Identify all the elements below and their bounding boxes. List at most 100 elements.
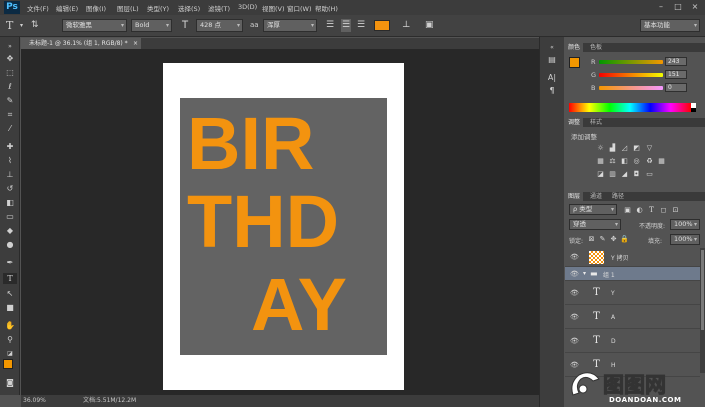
path-select-tool-icon[interactable]: ↖ — [3, 288, 17, 299]
lock-pixels-icon[interactable]: ⊠ — [587, 235, 596, 243]
menu-select[interactable]: 选择(S) — [178, 3, 200, 13]
menu-edit[interactable]: 编辑(E) — [56, 3, 78, 13]
filter-pixel-icon[interactable]: ▣ — [623, 206, 632, 214]
spot-heal-tool-icon[interactable]: ✚ — [3, 141, 17, 152]
zoom-tool-icon[interactable]: ⚲ — [3, 334, 17, 345]
lock-all-icon[interactable]: 🔒 — [620, 235, 629, 243]
brightness-adjust-icon[interactable]: ☼ — [596, 144, 605, 152]
hand-tool-icon[interactable]: ✋ — [3, 320, 17, 331]
lasso-tool-icon[interactable]: ℓ — [3, 81, 17, 92]
quick-mask-icon[interactable]: ◙ — [3, 377, 17, 388]
tool-preset-chevron-icon[interactable]: ▾ — [20, 19, 23, 32]
channel-g-slider[interactable] — [599, 73, 663, 77]
antialias-select[interactable]: 浑厚 — [263, 19, 317, 32]
eyedropper-tool-icon[interactable]: ⁄ — [3, 123, 17, 134]
font-size-select[interactable]: 428 点 — [196, 19, 243, 32]
fill-field[interactable]: 100% — [670, 234, 700, 245]
document-tab[interactable]: 未标题-1 @ 36.1% (组 1, RGB/8) * × — [21, 38, 141, 49]
pen-tool-icon[interactable]: ✒ — [3, 257, 17, 268]
tab-swatches[interactable]: 色板 — [587, 43, 605, 52]
history-panel-icon[interactable]: ▤ — [545, 54, 559, 65]
font-style-select[interactable]: Bold — [131, 19, 172, 32]
orientation-toggle-icon[interactable]: ⇅ — [31, 19, 39, 32]
color-panel-foreground-swatch[interactable] — [569, 57, 580, 68]
color-lookup-adjust-icon[interactable]: ▦ — [657, 157, 666, 165]
color-spectrum-bar[interactable] — [569, 103, 691, 112]
selective-color-adjust-icon[interactable]: ◘ — [632, 170, 641, 178]
gradient-map-adjust-icon[interactable]: ▭ — [645, 170, 654, 178]
maximize-button[interactable]: □ — [672, 2, 684, 12]
crop-tool-icon[interactable]: ⌗ — [3, 109, 17, 120]
text-color-swatch[interactable] — [374, 20, 390, 31]
visibility-eye-icon[interactable]: 👁 — [570, 289, 579, 297]
curves-adjust-icon[interactable]: ◿ — [620, 144, 629, 152]
spectrum-black[interactable] — [691, 108, 696, 112]
rectangle-tool-icon[interactable]: ■ — [3, 302, 17, 313]
document-size-info[interactable]: 文档:5.51M/12.2M — [83, 395, 136, 407]
toolbar-collapse-icon[interactable]: » — [3, 41, 17, 52]
quick-select-tool-icon[interactable]: ✎ — [3, 95, 17, 106]
strip-collapse-icon[interactable]: « — [545, 42, 559, 53]
blur-tool-icon[interactable]: ◆ — [3, 225, 17, 236]
posterize-adjust-icon[interactable]: ▥ — [608, 170, 617, 178]
menu-help[interactable]: 帮助(H) — [315, 3, 338, 13]
exposure-adjust-icon[interactable]: ◩ — [632, 144, 641, 152]
visibility-eye-icon[interactable]: 👁 — [570, 270, 579, 278]
tab-layers[interactable]: 图层 — [565, 192, 584, 201]
layer-row-selected-group[interactable]: 👁 ▾ ▬ 组 1 — [565, 267, 700, 281]
menu-view[interactable]: 视图(V) — [262, 3, 285, 13]
paragraph-panel-strip-icon[interactable]: ¶ — [545, 85, 559, 96]
minimize-button[interactable]: – — [655, 2, 667, 12]
tab-color[interactable]: 颜色 — [565, 43, 584, 52]
group-expand-icon[interactable]: ▾ — [583, 270, 586, 277]
move-tool-icon[interactable]: ✥ — [3, 53, 17, 64]
workspace-select[interactable]: 基本功能 — [640, 19, 700, 32]
horizontal-type-tool-icon[interactable]: T — [3, 273, 17, 284]
zoom-level[interactable]: 36.09% — [23, 395, 46, 407]
visibility-eye-icon[interactable]: 👁 — [570, 313, 579, 321]
layer-row[interactable]: 👁 T A — [565, 305, 700, 329]
blend-mode-select[interactable]: 穿透 — [569, 219, 621, 230]
threshold-adjust-icon[interactable]: ◢ — [620, 170, 629, 178]
character-panel-strip-icon[interactable]: A| — [545, 72, 559, 83]
channel-g-value[interactable]: 151 — [665, 70, 687, 79]
font-family-select[interactable]: 微软雅黑 — [62, 19, 127, 32]
vibrance-adjust-icon[interactable]: ▽ — [645, 144, 654, 152]
tab-styles[interactable]: 样式 — [587, 118, 605, 127]
lock-position-icon[interactable]: ✥ — [609, 235, 618, 243]
eraser-tool-icon[interactable]: ◧ — [3, 197, 17, 208]
menu-filter[interactable]: 滤镜(T) — [208, 3, 230, 13]
filter-adjust-icon[interactable]: ◐ — [635, 206, 644, 214]
default-colors-icon[interactable]: ◪ — [3, 348, 17, 359]
black-white-adjust-icon[interactable]: ◧ — [620, 157, 629, 165]
align-left-icon[interactable]: ☰ — [326, 19, 334, 32]
menu-image[interactable]: 图像(I) — [86, 3, 106, 13]
brush-tool-icon[interactable]: ⌇ — [3, 155, 17, 166]
character-panel-icon[interactable]: ▣ — [425, 19, 434, 32]
filter-shape-icon[interactable]: ◻ — [659, 206, 668, 214]
channel-r-slider[interactable] — [599, 60, 663, 64]
layers-scrollbar[interactable] — [700, 248, 705, 373]
foreground-color-swatch[interactable] — [3, 359, 13, 369]
tab-adjustments[interactable]: 调整 — [565, 118, 584, 127]
tab-channels[interactable]: 通道 — [587, 192, 605, 201]
history-brush-tool-icon[interactable]: ↺ — [3, 183, 17, 194]
layer-row[interactable]: 👁 Y 拷贝 — [565, 248, 700, 267]
hue-sat-adjust-icon[interactable]: ▦ — [596, 157, 605, 165]
filter-smart-icon[interactable]: ⊡ — [671, 206, 680, 214]
layer-row[interactable]: 👁 T D — [565, 329, 700, 353]
photo-filter-adjust-icon[interactable]: ◎ — [632, 157, 641, 165]
color-balance-adjust-icon[interactable]: ⚖ — [608, 157, 617, 165]
align-center-icon[interactable]: ☰ — [341, 19, 352, 32]
close-tab-icon[interactable]: × — [133, 38, 138, 49]
menu-type[interactable]: 类型(Y) — [147, 3, 169, 13]
channel-b-value[interactable]: 0 — [665, 83, 687, 92]
close-button[interactable]: × — [689, 2, 701, 12]
levels-adjust-icon[interactable]: ▟ — [608, 144, 617, 152]
gradient-tool-icon[interactable]: ▭ — [3, 211, 17, 222]
layers-scrollbar-thumb[interactable] — [701, 250, 704, 330]
channel-b-slider[interactable] — [599, 86, 663, 90]
dodge-tool-icon[interactable]: ● — [3, 239, 17, 250]
menu-window[interactable]: 窗口(W) — [287, 3, 312, 13]
menu-file[interactable]: 文件(F) — [27, 3, 49, 13]
